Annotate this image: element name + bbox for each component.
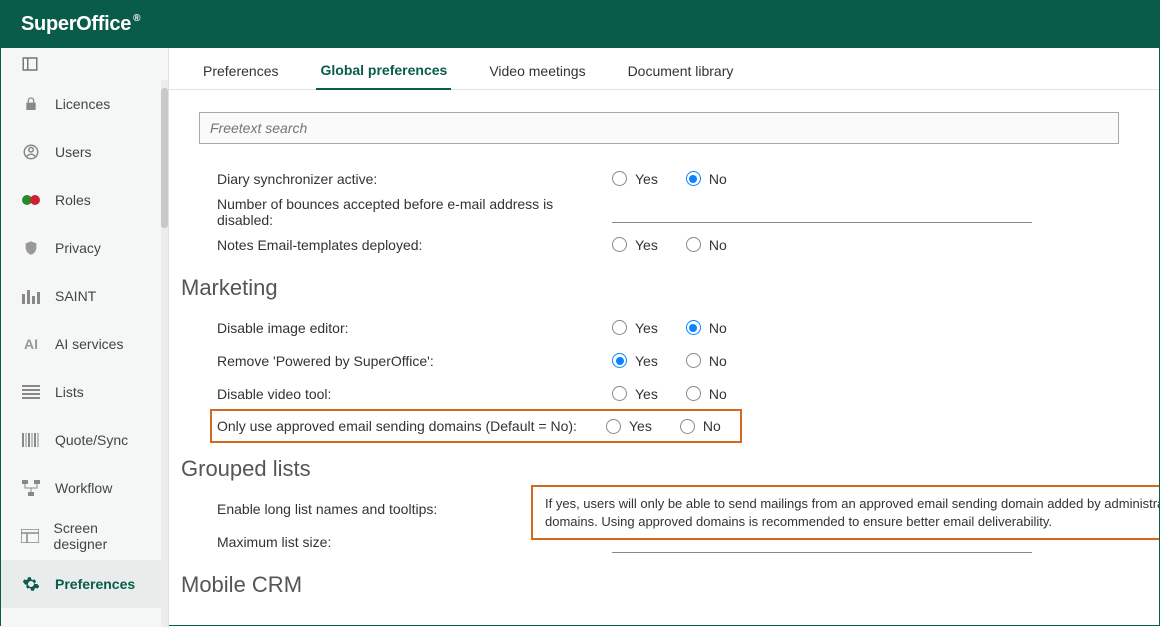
sidebar-label: Preferences bbox=[55, 576, 135, 592]
search-input[interactable] bbox=[199, 112, 1119, 144]
setting-remove-powered: Remove 'Powered by SuperOffice': Yes No bbox=[217, 344, 1159, 377]
sidebar-label: Screen designer bbox=[54, 520, 148, 552]
setting-label: Remove 'Powered by SuperOffice': bbox=[217, 353, 612, 369]
sidebar-item-users[interactable]: Users bbox=[1, 128, 168, 176]
setting-label: Diary synchronizer active: bbox=[217, 171, 612, 187]
section-title-grouped: Grouped lists bbox=[181, 456, 1159, 482]
setting-label: Number of bounces accepted before e-mail… bbox=[217, 196, 612, 228]
radio-no[interactable]: No bbox=[686, 386, 727, 402]
app-logo: SuperOffice® bbox=[21, 13, 140, 36]
section-title-marketing: Marketing bbox=[181, 275, 1159, 301]
sidebar-label: Roles bbox=[55, 192, 91, 208]
setting-label: Notes Email-templates deployed: bbox=[217, 237, 612, 253]
radio-yes[interactable]: Yes bbox=[612, 386, 658, 402]
setting-diary-sync: Diary synchronizer active: Yes No bbox=[217, 162, 1159, 195]
sidebar-label: Workflow bbox=[55, 480, 112, 496]
barcode-icon bbox=[21, 433, 41, 447]
section-title-mobile: Mobile CRM bbox=[181, 572, 1159, 598]
tab-preferences[interactable]: Preferences bbox=[199, 63, 282, 89]
sidebar-item-lists[interactable]: Lists bbox=[1, 368, 168, 416]
shield-icon bbox=[21, 239, 41, 257]
tab-document-library[interactable]: Document library bbox=[624, 63, 738, 89]
content: Diary synchronizer active: Yes No Number… bbox=[169, 90, 1159, 627]
gear-icon bbox=[21, 575, 41, 593]
registered-mark: ® bbox=[133, 13, 140, 24]
bounces-input[interactable] bbox=[612, 201, 1032, 223]
setting-label: Disable video tool: bbox=[217, 386, 612, 402]
ai-icon: AI bbox=[21, 336, 41, 352]
radio-yes[interactable]: Yes bbox=[612, 320, 658, 336]
sidebar-top-icon[interactable] bbox=[1, 48, 168, 80]
radio-no[interactable]: No bbox=[686, 353, 727, 369]
sidebar-scrollbar[interactable] bbox=[161, 80, 168, 627]
sidebar-item-screen-designer[interactable]: Screen designer bbox=[1, 512, 168, 560]
sidebar-label: Quote/Sync bbox=[55, 432, 128, 448]
sidebar-label: SAINT bbox=[55, 288, 96, 304]
setting-disable-video: Disable video tool: Yes No bbox=[217, 377, 1159, 410]
sidebar-label: Licences bbox=[55, 96, 110, 112]
radio-no[interactable]: No bbox=[686, 171, 727, 187]
radio-yes[interactable]: Yes bbox=[612, 171, 658, 187]
radio-no[interactable]: No bbox=[686, 320, 727, 336]
tooltip-approved-domains: If yes, users will only be able to send … bbox=[531, 485, 1159, 540]
radio-no[interactable]: No bbox=[680, 418, 721, 434]
sidebar-item-privacy[interactable]: Privacy bbox=[1, 224, 168, 272]
setting-bounces: Number of bounces accepted before e-mail… bbox=[217, 195, 1159, 228]
setting-label: Disable image editor: bbox=[217, 320, 612, 336]
radio-yes[interactable]: Yes bbox=[612, 237, 658, 253]
tab-bar: Preferences Global preferences Video mee… bbox=[169, 48, 1159, 90]
sidebar-label: Users bbox=[55, 144, 92, 160]
lock-icon bbox=[21, 95, 41, 113]
sidebar-item-roles[interactable]: Roles bbox=[1, 176, 168, 224]
sidebar-item-ai[interactable]: AI AI services bbox=[1, 320, 168, 368]
sidebar-label: AI services bbox=[55, 336, 123, 352]
app-name: SuperOffice bbox=[21, 13, 131, 35]
setting-approved-domains: Only use approved email sending domains … bbox=[211, 410, 741, 442]
list-icon bbox=[21, 385, 41, 399]
workflow-icon bbox=[21, 480, 41, 496]
main-panel: Preferences Global preferences Video mee… bbox=[169, 48, 1159, 627]
roles-icon bbox=[21, 194, 41, 206]
user-icon bbox=[21, 143, 41, 161]
sidebar-item-saint[interactable]: SAINT bbox=[1, 272, 168, 320]
sidebar-label: Privacy bbox=[55, 240, 101, 256]
layout-icon bbox=[21, 529, 40, 543]
tab-global-preferences[interactable]: Global preferences bbox=[316, 62, 451, 90]
tab-video-meetings[interactable]: Video meetings bbox=[485, 63, 589, 89]
radio-yes[interactable]: Yes bbox=[612, 353, 658, 369]
sidebar-label: Lists bbox=[55, 384, 84, 400]
sidebar-item-preferences[interactable]: Preferences bbox=[1, 560, 168, 608]
sidebar: Licences Users Roles Privacy SAINT AI AI… bbox=[1, 48, 169, 627]
radio-no[interactable]: No bbox=[686, 237, 727, 253]
setting-notes-templates: Notes Email-templates deployed: Yes No bbox=[217, 228, 1159, 261]
app-header: SuperOffice® bbox=[1, 1, 1159, 48]
radio-yes[interactable]: Yes bbox=[606, 418, 652, 434]
bars-icon bbox=[21, 288, 41, 304]
sidebar-item-workflow[interactable]: Workflow bbox=[1, 464, 168, 512]
sidebar-item-licences[interactable]: Licences bbox=[1, 80, 168, 128]
setting-label: Only use approved email sending domains … bbox=[217, 418, 606, 434]
setting-disable-image-editor: Disable image editor: Yes No bbox=[217, 311, 1159, 344]
sidebar-item-quote[interactable]: Quote/Sync bbox=[1, 416, 168, 464]
